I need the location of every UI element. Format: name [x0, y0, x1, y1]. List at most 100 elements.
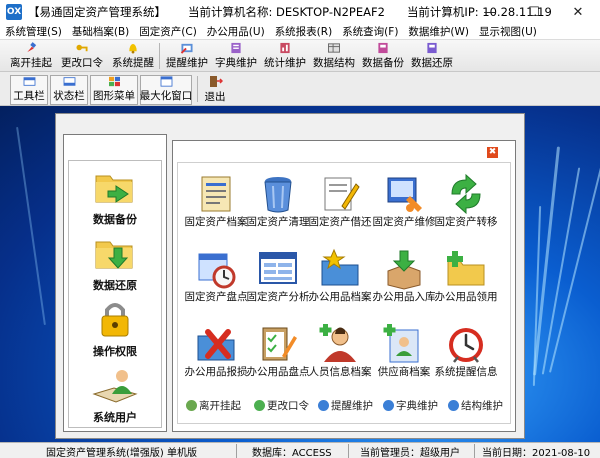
- office-use-icon: [447, 251, 485, 286]
- leaf-icon: [186, 400, 197, 411]
- user-book-icon: [92, 370, 138, 403]
- minimize-button[interactable]: —: [468, 0, 512, 24]
- maximize-button[interactable]: ☐: [512, 0, 556, 24]
- backup-icon: [378, 42, 388, 54]
- asset-file-icon: [201, 176, 231, 212]
- status-database: 数据库：ACCESS: [252, 447, 332, 458]
- main-toolbar: 离开挂起 更改口令 系统提醒 提醒维护 字典维护 统计维护 数据结构 数据备份 …: [0, 40, 600, 72]
- toolbar-data-structure-button[interactable]: 数据结构: [313, 42, 355, 70]
- menu-office-supplies[interactable]: 办公用品(U): [202, 24, 270, 39]
- lend-return-icon: [324, 177, 360, 211]
- grid-item-asset-file[interactable]: 固定资产档案: [183, 172, 249, 228]
- menu-query[interactable]: 系统查询(F): [337, 24, 403, 39]
- office-inventory-icon: [262, 327, 297, 361]
- toggle-toolbar-button[interactable]: 工具栏: [10, 75, 48, 105]
- lock-icon: [101, 303, 129, 337]
- stats-icon: [280, 42, 290, 54]
- window-title: 【易通固定资产管理系统】: [28, 5, 166, 19]
- grid-item-system-reminder[interactable]: 系统提醒信息: [433, 322, 499, 378]
- repair-icon: [387, 177, 422, 212]
- grid-item-asset-lend[interactable]: 固定资产借还: [307, 172, 373, 228]
- quick-link-structure-maintenance[interactable]: 结构维护: [448, 398, 503, 413]
- title-bar: OX 【易通固定资产管理系统】 当前计算机名称: DESKTOP-N2PEAF2…: [0, 0, 600, 24]
- stock-in-icon: [387, 250, 421, 290]
- toolbar-leave-suspend-button[interactable]: 离开挂起: [10, 42, 52, 70]
- dictionary-icon: [231, 42, 241, 54]
- status-date: 当前日期：2021-08-10: [482, 447, 591, 458]
- bell-icon: [129, 43, 137, 54]
- toolbar-icon: [23, 77, 35, 86]
- damage-icon: [197, 329, 235, 361]
- inventory-clock-icon: [198, 253, 236, 289]
- menu-system[interactable]: 系统管理(S): [0, 24, 67, 39]
- structure-icon: [328, 43, 340, 53]
- exit-icon: [209, 76, 223, 87]
- menu-bar: 系统管理(S) 基础档案(B) 固定资产(C) 办公用品(U) 系统报表(R) …: [0, 24, 600, 40]
- toolbar-separator: [197, 76, 198, 102]
- exit-button[interactable]: 退出: [202, 75, 228, 105]
- toolbar-separator: [159, 43, 160, 69]
- sidebar-item-data-backup[interactable]: 数据备份: [68, 166, 162, 227]
- grid-item-staff-file[interactable]: 人员信息档案: [307, 322, 373, 378]
- toggle-graphic-menu-button[interactable]: 图形菜单: [90, 75, 138, 105]
- menu-base-archive[interactable]: 基础档案(B): [67, 24, 134, 39]
- sidebar-item-permissions[interactable]: 操作权限: [68, 298, 162, 359]
- graphic-menu-icon: [108, 76, 120, 87]
- app-logo-icon: OX: [6, 4, 22, 20]
- view-toolbar: 工具栏 状态栏 图形菜单 最大化窗口 退出: [0, 72, 600, 106]
- statusbar-icon: [63, 77, 75, 86]
- maximize-window-button[interactable]: 最大化窗口: [140, 75, 192, 105]
- grid-item-asset-repair[interactable]: 固定资产维修: [371, 172, 437, 228]
- analysis-icon: [259, 252, 297, 284]
- grid-item-office-damage[interactable]: 办公用品报损: [183, 322, 249, 378]
- folder-backup-icon: [95, 175, 133, 203]
- menu-fixed-asset[interactable]: 固定资产(C): [134, 24, 202, 39]
- dictionary-dot-icon: [383, 400, 394, 411]
- status-admin: 当前管理员：超级用户: [360, 447, 460, 458]
- computer-name: 当前计算机名称: DESKTOP-N2PEAF2: [188, 5, 385, 19]
- reminder-dot-icon: [318, 400, 329, 411]
- menu-data-maintenance[interactable]: 数据维护(W): [403, 24, 474, 39]
- toolbar-dictionary-maintenance-button[interactable]: 字典维护: [215, 42, 257, 70]
- quick-link-change-password[interactable]: 更改口令: [254, 398, 309, 413]
- menu-reports[interactable]: 系统报表(R): [270, 24, 338, 39]
- grid-item-asset-inventory[interactable]: 固定资产盘点: [183, 247, 249, 303]
- maximize-window-icon: [160, 76, 172, 87]
- toggle-statusbar-button[interactable]: 状态栏: [50, 75, 88, 105]
- grid-item-asset-analysis[interactable]: 固定资产分析: [245, 247, 311, 303]
- toolbar-change-password-button[interactable]: 更改口令: [61, 42, 103, 70]
- structure-dot-icon: [448, 400, 459, 411]
- quick-link-reminder-maintenance[interactable]: 提醒维护: [318, 398, 373, 413]
- grid-item-office-use[interactable]: 办公用品领用: [433, 247, 499, 303]
- toolbar-data-restore-button[interactable]: 数据还原: [411, 42, 453, 70]
- restore-icon: [427, 42, 437, 54]
- toolbar-data-backup-button[interactable]: 数据备份: [362, 42, 404, 70]
- staff-icon: [319, 324, 356, 362]
- sidebar-item-system-users[interactable]: 系统用户: [68, 364, 162, 425]
- toolbar-reminder-maintenance-button[interactable]: 提醒维护: [166, 42, 208, 70]
- pin-icon: [27, 42, 37, 53]
- alarm-clock-icon: [449, 328, 483, 363]
- close-button[interactable]: ✕: [556, 0, 600, 24]
- grid-item-asset-cleanup[interactable]: 固定资产清理: [245, 172, 311, 228]
- supplier-icon: [383, 324, 419, 363]
- grid-item-supplier-file[interactable]: 供应商档案: [371, 322, 437, 378]
- sidebar-item-data-restore[interactable]: 数据还原: [68, 232, 162, 293]
- menu-view[interactable]: 显示视图(U): [474, 24, 542, 39]
- trash-icon: [264, 177, 292, 213]
- grid-item-office-stock-in[interactable]: 办公用品入库: [371, 247, 437, 303]
- toolbar-stats-maintenance-button[interactable]: 统计维护: [264, 42, 306, 70]
- close-panel-icon[interactable]: ✖: [487, 147, 498, 158]
- quick-link-dictionary-maintenance[interactable]: 字典维护: [383, 398, 438, 413]
- office-file-icon: [321, 248, 359, 286]
- check-icon: [254, 400, 265, 411]
- reminder-icon: [180, 43, 193, 54]
- folder-restore-icon: [95, 241, 133, 269]
- grid-item-asset-transfer[interactable]: 固定资产转移: [433, 172, 499, 228]
- key-icon: [76, 44, 88, 52]
- toolbar-system-reminder-button[interactable]: 系统提醒: [112, 42, 154, 70]
- grid-item-office-inventory[interactable]: 办公用品盘点: [245, 322, 311, 378]
- status-system-name: 固定资产管理系统(增强版) 单机版: [46, 447, 197, 458]
- grid-item-office-file[interactable]: 办公用品档案: [307, 247, 373, 303]
- quick-link-leave-suspend[interactable]: 离开挂起: [186, 398, 241, 413]
